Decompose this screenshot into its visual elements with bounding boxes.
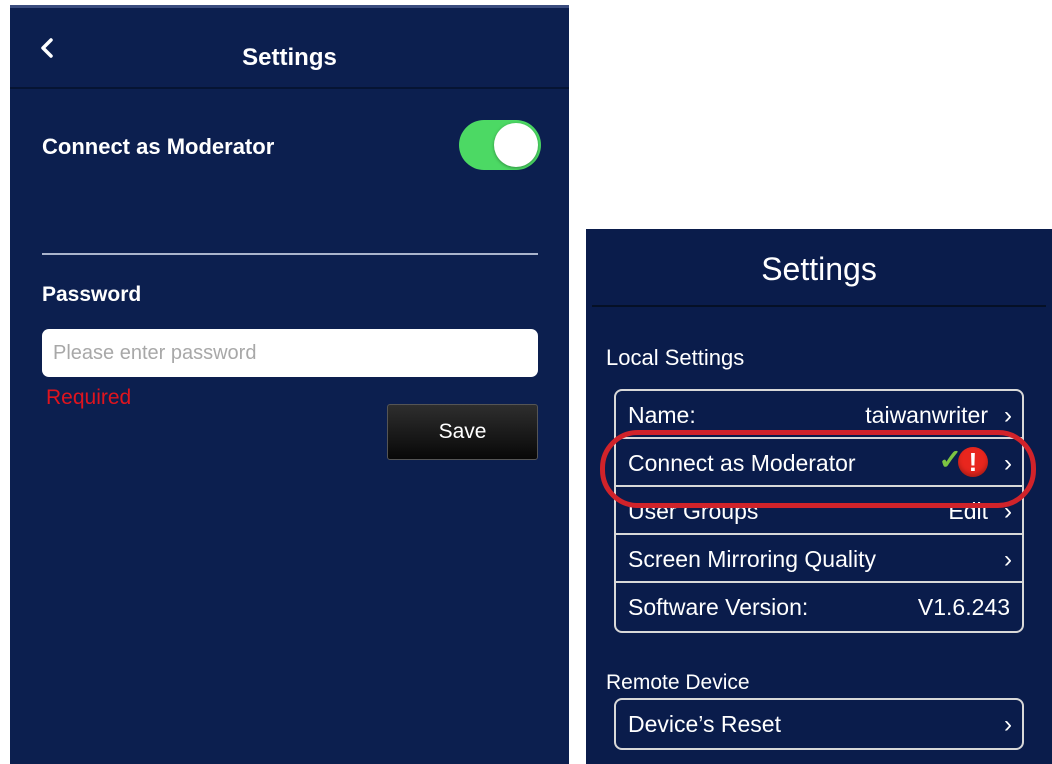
setting-name[interactable]: Name: taiwanwriter › bbox=[616, 391, 1022, 439]
moderator-toggle[interactable] bbox=[459, 120, 541, 170]
chevron-right-icon: › bbox=[1004, 711, 1012, 738]
setting-screen-mirroring-quality[interactable]: Screen Mirroring Quality › bbox=[616, 535, 1022, 583]
setting-device-reset[interactable]: Device’s Reset › bbox=[616, 700, 1022, 748]
required-error: Required bbox=[46, 386, 132, 409]
moderator-label: Connect as Moderator bbox=[42, 134, 275, 159]
setting-label: Software Version: bbox=[628, 594, 809, 620]
setting-software-version: Software Version: V1.6.243 bbox=[616, 583, 1022, 631]
section-divider bbox=[42, 253, 538, 255]
nav-divider bbox=[10, 87, 569, 89]
chevron-right-icon: › bbox=[1004, 546, 1012, 573]
title-divider bbox=[592, 305, 1046, 307]
chevron-right-icon: › bbox=[1004, 450, 1012, 477]
setting-value: taiwanwriter bbox=[865, 402, 988, 428]
setting-label: Device’s Reset bbox=[628, 711, 781, 737]
setting-connect-moderator[interactable]: Connect as Moderator ✓ ! › bbox=[616, 439, 1022, 487]
setting-label: Connect as Moderator bbox=[628, 450, 856, 476]
alert-icon: ! bbox=[958, 447, 988, 477]
setting-value: Edit bbox=[948, 498, 988, 524]
password-input[interactable] bbox=[42, 329, 538, 377]
right-settings-screen: Settings Local Settings Name: taiwanwrit… bbox=[586, 229, 1052, 764]
toggle-knob bbox=[494, 123, 538, 167]
nav-bar: Settings bbox=[10, 8, 569, 88]
chevron-right-icon: › bbox=[1004, 402, 1012, 429]
remote-device-header: Remote Device bbox=[606, 671, 750, 694]
local-settings-header: Local Settings bbox=[606, 345, 745, 370]
save-button[interactable]: Save bbox=[387, 404, 538, 460]
password-label: Password bbox=[42, 283, 142, 306]
setting-label: User Groups bbox=[628, 498, 759, 524]
chevron-right-icon: › bbox=[1004, 498, 1012, 525]
page-title: Settings bbox=[761, 251, 877, 287]
page-title: Settings bbox=[242, 44, 337, 71]
left-settings-screen: Settings Connect as Moderator Password R… bbox=[10, 5, 569, 764]
local-settings-list: Name: taiwanwriter › Connect as Moderato… bbox=[614, 389, 1024, 633]
setting-user-groups[interactable]: User Groups Edit › bbox=[616, 487, 1022, 535]
setting-label: Screen Mirroring Quality bbox=[628, 546, 876, 572]
setting-value: V1.6.243 bbox=[917, 594, 1010, 620]
remote-device-list: Device’s Reset › bbox=[614, 698, 1024, 750]
setting-label: Name: bbox=[628, 402, 696, 428]
